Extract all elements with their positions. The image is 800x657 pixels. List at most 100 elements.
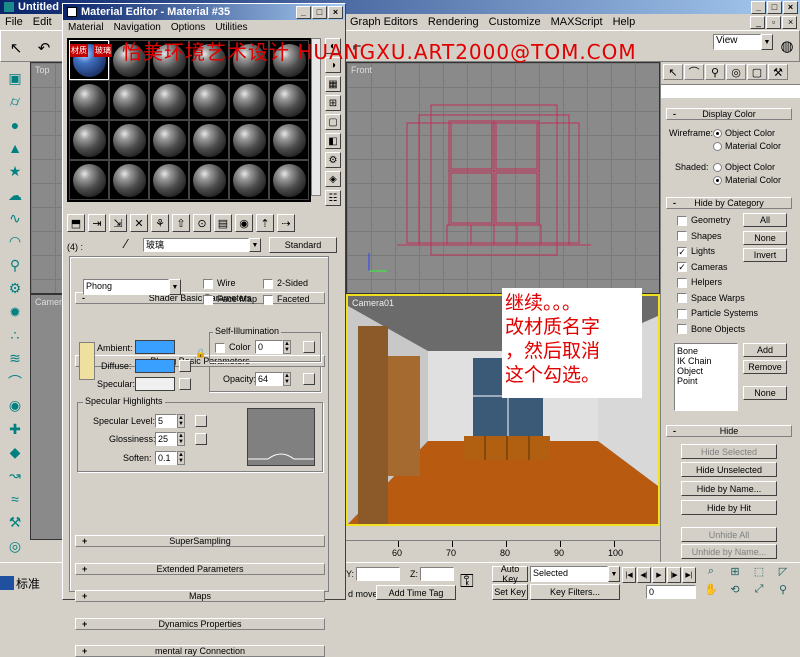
ambient-color-swatch[interactable] [135,340,175,354]
menu-utilities[interactable]: Utilities [210,22,252,33]
next-frame-icon[interactable]: |▶ [667,567,681,583]
modify-icon[interactable]: ⌒ [684,64,704,80]
wave-icon[interactable]: ≈ [3,487,27,511]
menu-maxscript[interactable]: MAXScript [546,16,608,28]
hide-button[interactable]: Unhide by Name... [681,544,777,559]
go-sibling-icon[interactable]: ⇢ [277,214,295,232]
key-filters-button[interactable]: Key Filters... [530,584,620,600]
list-item[interactable]: Point [677,376,735,386]
two-sided-checkbox[interactable]: 2-Sided [263,278,308,289]
wire-checkbox[interactable]: Wire [203,278,236,289]
view-dropdown[interactable]: View ▼ [713,34,773,50]
minimize-button[interactable]: _ [751,0,766,14]
category-checkbox[interactable]: Cameras [677,262,728,273]
goto-end-icon[interactable]: ▶| [682,567,696,583]
material-slot[interactable] [149,120,189,160]
object-icon[interactable]: ◆ [3,440,27,464]
me-minimize-button[interactable]: _ [296,5,311,19]
menu-rendering[interactable]: Rendering [423,16,484,28]
utility-icon[interactable]: ⚒ [3,511,27,535]
self-illum-spinner[interactable]: ▲ ▼ [283,340,291,354]
face-map-checkbox[interactable]: Face Map [203,294,257,305]
category-checkbox[interactable]: Helpers [677,277,722,288]
nurbs-icon[interactable]: ◠ [3,230,27,254]
all-button[interactable]: All [743,213,787,227]
material-slot[interactable] [189,160,229,200]
spline-icon[interactable]: ∿ [3,206,27,230]
viewport-front[interactable]: Front [346,62,660,294]
star-icon[interactable]: ★ [3,160,27,184]
menu-navigation[interactable]: Navigation [109,22,166,33]
fov-icon[interactable]: ◸ [772,565,794,581]
go-parent-icon[interactable]: ⇡ [256,214,274,232]
mirror-icon[interactable]: ⌐ [345,34,369,58]
category-checkbox[interactable]: Particle Systems [677,308,758,319]
menu-edit[interactable]: Edit [28,16,57,28]
material-type-button[interactable]: Standard [269,237,337,253]
bone-icon[interactable]: ⚲ [3,253,27,277]
specular-map-button[interactable] [179,378,191,390]
wireframe-object-color[interactable]: Object Color [713,128,775,139]
invert-button[interactable]: Invert [743,248,787,262]
material-name-dropdown[interactable]: 玻璃 ▼ [143,238,261,252]
material-slot[interactable] [269,40,309,80]
zoom-icon[interactable]: ⌕ [700,565,722,581]
rollout-hide[interactable]: - Hide [666,425,792,437]
background-icon[interactable]: ▦ [325,76,341,92]
list-item[interactable]: Bone [677,346,735,356]
material-slot[interactable] [269,120,309,160]
gear-icon[interactable]: ⚙ [3,277,27,301]
path-icon[interactable]: ↝ [3,464,27,488]
category-checkbox[interactable]: Shapes [677,231,722,242]
chevron-down-icon[interactable]: ▼ [169,279,181,295]
material-name-field[interactable]: 玻璃 [143,238,249,252]
cloud-icon[interactable]: ☁ [3,183,27,207]
menu-graph-editors[interactable]: Graph Editors [345,16,423,28]
key-icon[interactable]: ⚿ [460,571,474,592]
material-slot[interactable] [189,40,229,80]
material-slot[interactable] [269,80,309,120]
put-to-scene-icon[interactable]: ⇥ [88,214,106,232]
checkbox[interactable] [677,231,687,242]
material-navigator-icon[interactable]: ☷ [325,190,341,206]
material-slot[interactable] [189,120,229,160]
hide-button[interactable]: Hide by Hit [681,500,777,515]
zoom-all-icon[interactable]: ⊞ [724,565,746,581]
orbit-icon[interactable]: ⟲ [724,583,746,599]
doc-close-button[interactable]: × [782,15,797,29]
prev-frame-icon[interactable]: ◀| [637,567,651,583]
self-illum-color-checkbox[interactable]: Color [215,342,251,353]
checkbox[interactable] [677,246,687,257]
category-checkbox[interactable]: Geometry [677,215,731,226]
material-slot[interactable] [189,80,229,120]
chevron-down-icon[interactable]: ▼ [608,566,620,582]
reset-icon[interactable]: ✕ [130,214,148,232]
category-listbox[interactable]: Bone IK Chain Object Point [674,343,738,411]
select-by-material-icon[interactable]: ◈ [325,171,341,187]
menu-file[interactable]: File [0,16,28,28]
rollout-collapsed[interactable]: + mental ray Connection [75,645,325,657]
chevron-down-icon[interactable]: ▼ [249,238,261,252]
lock-ambient-diffuse-icon[interactable] [79,342,95,380]
assign-icon[interactable]: ⇲ [109,214,127,232]
material-slot[interactable] [109,120,149,160]
particle-icon[interactable]: ∴ [3,323,27,347]
menu-help[interactable]: Help [608,16,641,28]
specular-level-spinner[interactable]: ▲ ▼ [177,414,185,428]
hide-button[interactable]: Hide by Name... [681,481,777,496]
timeline[interactable]: 60 70 80 90 100 [346,540,660,562]
play-icon[interactable]: ▶ [652,567,666,583]
motion-icon[interactable]: ◎ [726,64,746,80]
list-item[interactable]: IK Chain Object [677,356,735,376]
options-icon[interactable]: ⚙ [325,152,341,168]
checkbox[interactable] [677,277,687,288]
add-time-tag-button[interactable]: Add Time Tag [376,585,456,600]
box-icon[interactable]: ▣ [3,66,27,90]
doc-restore-button[interactable]: ▫ [766,15,781,29]
set-key-button[interactable]: Set Key [492,584,528,600]
undo-icon[interactable]: ↖ [4,36,28,60]
soften-spinner[interactable]: ▲ ▼ [177,451,185,465]
material-slot[interactable] [269,160,309,200]
get-material-icon[interactable]: ⬒ [67,214,85,232]
sample-type-icon[interactable]: ◐ [325,38,341,54]
